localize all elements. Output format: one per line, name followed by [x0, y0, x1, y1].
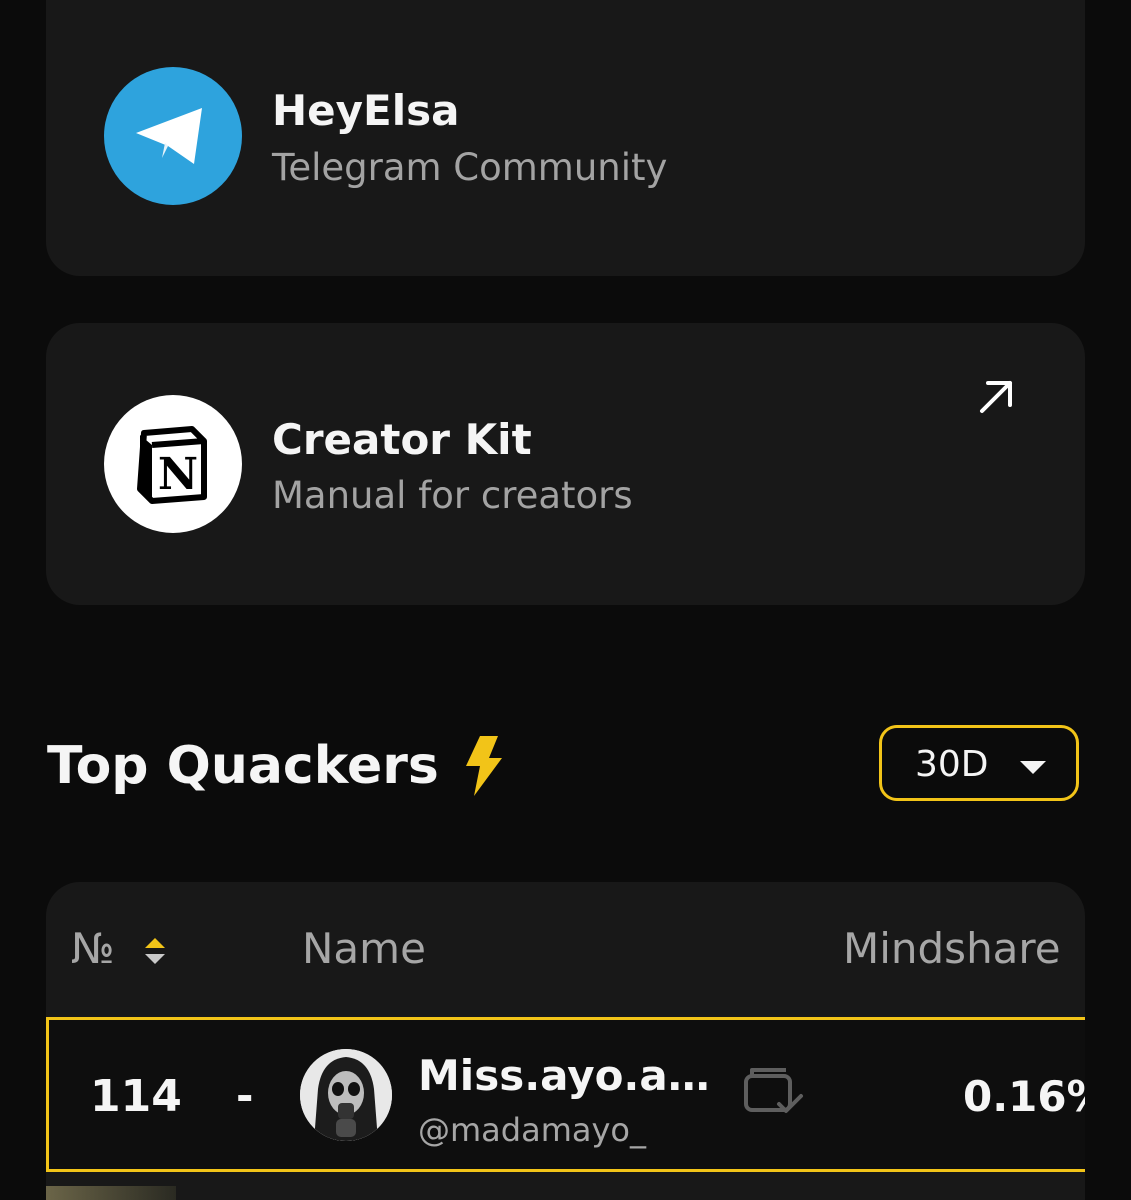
avatar — [46, 1186, 176, 1200]
card-subtitle: Telegram Community — [272, 146, 668, 189]
creator-kit-card[interactable]: N Creator Kit Manual for creators — [46, 323, 1085, 605]
table-row[interactable]: 114 - Miss.ayo.a… @madamayo_ 0.16 — [46, 1017, 1085, 1172]
section-title: Top Quackers — [47, 736, 439, 796]
svg-text:N: N — [158, 449, 198, 500]
user-handle: @madamayo_ — [418, 1111, 646, 1149]
card-subtitle: Manual for creators — [272, 474, 633, 517]
rank-value: 114 — [90, 1071, 182, 1122]
next-table-row[interactable] — [46, 1186, 1085, 1200]
period-dropdown[interactable]: 30D — [879, 725, 1079, 801]
mindshare-value: 0.16% — [963, 1072, 1085, 1121]
column-header-mindshare: Mindshare — [843, 924, 1061, 973]
sort-icon[interactable] — [143, 936, 167, 966]
column-header-name: Name — [302, 924, 426, 973]
avatar[interactable] — [300, 1049, 392, 1141]
rank-change: - — [236, 1071, 254, 1120]
telegram-community-card[interactable]: HeyElsa Telegram Community — [46, 0, 1085, 276]
notion-icon: N — [104, 395, 242, 533]
external-link-icon[interactable] — [974, 375, 1018, 419]
card-title: Creator Kit — [272, 415, 532, 464]
wallet-verified-icon — [744, 1068, 803, 1113]
leaderboard-table: № Name Mindshare 114 - Miss.ayo.a… @mada… — [46, 882, 1085, 1200]
column-header-rank: № — [71, 924, 115, 973]
chevron-down-icon — [1020, 761, 1046, 774]
period-value: 30D — [915, 744, 989, 785]
user-name: Miss.ayo.a… — [418, 1051, 710, 1100]
bolt-icon — [462, 734, 504, 798]
card-title: HeyElsa — [272, 86, 460, 135]
page: HeyElsa Telegram Community N Creator Kit… — [0, 0, 1131, 1200]
telegram-icon — [104, 67, 242, 205]
